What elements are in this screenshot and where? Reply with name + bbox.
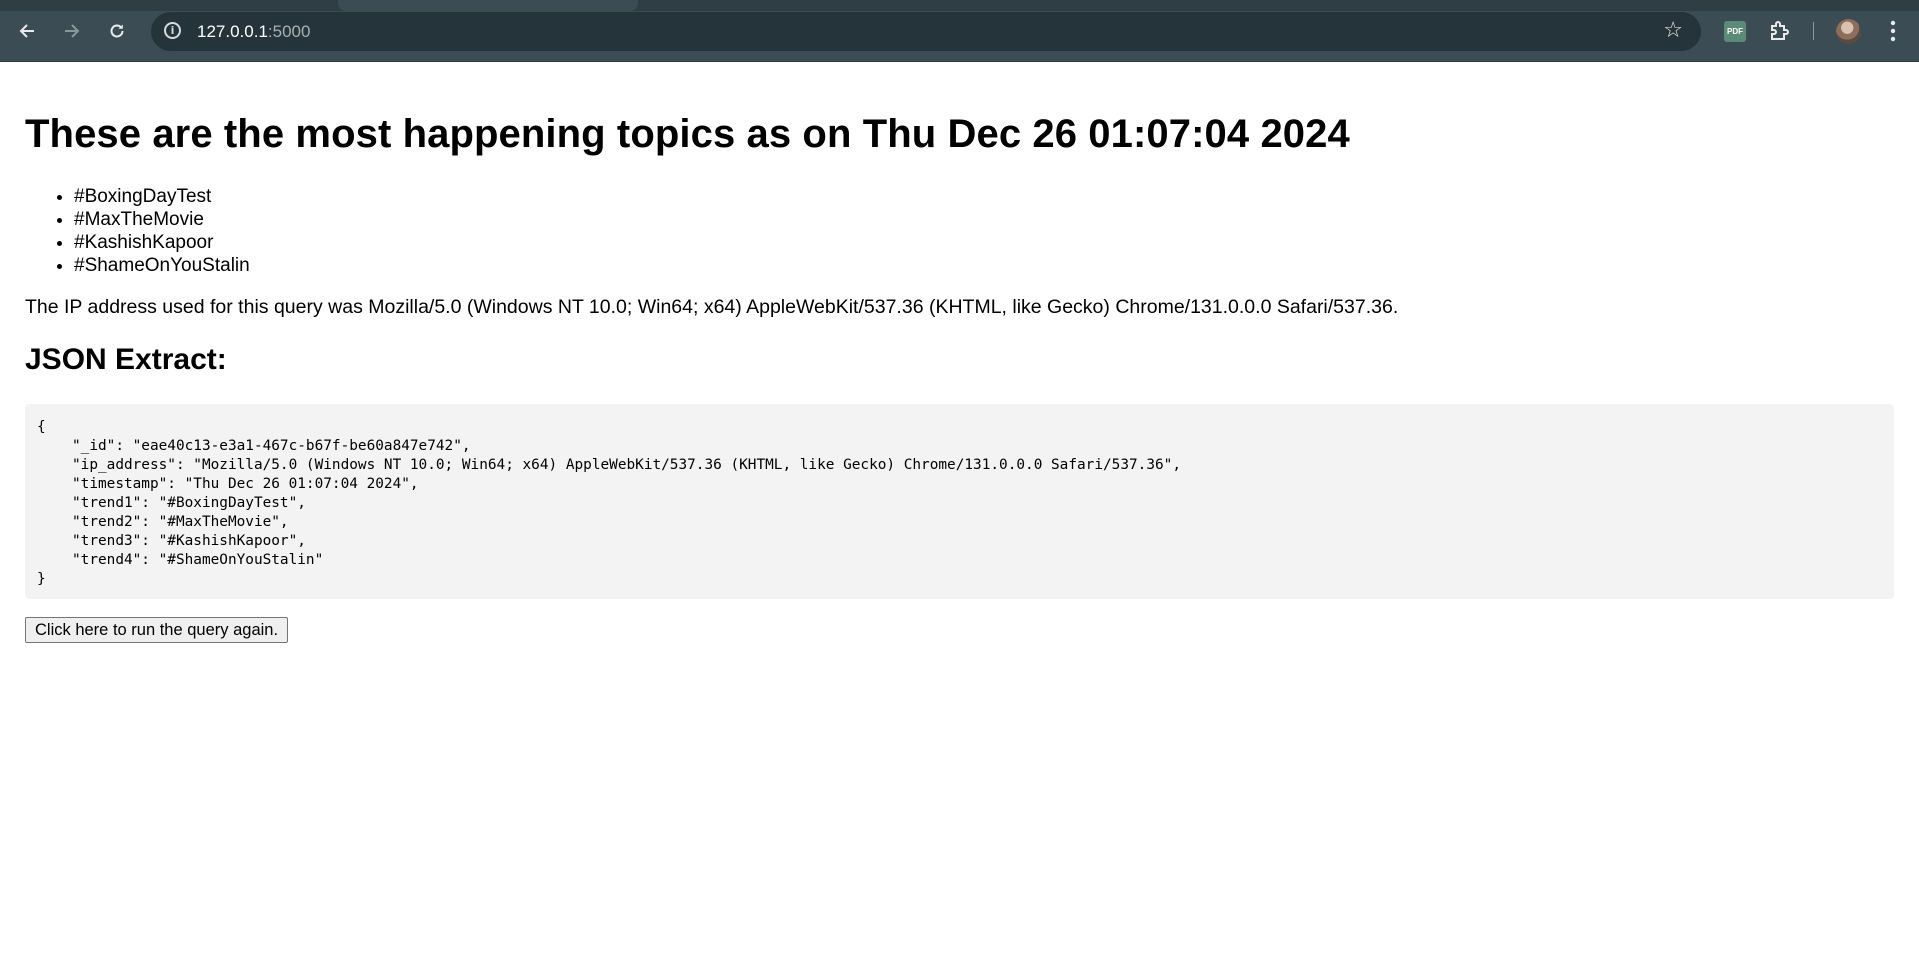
back-button[interactable]	[10, 14, 44, 48]
site-info-icon[interactable]: i	[164, 22, 181, 39]
extensions-puzzle-icon[interactable]	[1764, 17, 1796, 45]
json-extract-heading: JSON Extract:	[25, 343, 227, 376]
list-item: #ShameOnYouStalin	[74, 254, 250, 277]
toolbar-divider	[1813, 22, 1814, 40]
json-line-trend2: "trend2": "#MaxTheMovie",	[72, 514, 289, 530]
vertical-dots-icon	[1890, 20, 1896, 42]
json-open-brace: {	[37, 419, 46, 435]
puzzle-icon	[1771, 21, 1789, 40]
address-bar[interactable]: i 127.0.0.1:5000 ☆	[151, 12, 1701, 51]
json-line-timestamp: "timestamp": "Thu Dec 26 01:07:04 2024",	[72, 476, 419, 492]
browser-menu-icon[interactable]	[1883, 17, 1903, 45]
profile-avatar[interactable]	[1836, 19, 1861, 44]
trend-list: #BoxingDayTest #MaxTheMovie #KashishKapo…	[25, 185, 250, 277]
json-line-ip: "ip_address": "Mozilla/5.0 (Windows NT 1…	[72, 457, 1181, 473]
url-host: 127.0.0.1	[197, 22, 268, 41]
run-query-button[interactable]: Click here to run the query again.	[25, 617, 289, 643]
url-text[interactable]: 127.0.0.1:5000	[197, 22, 310, 42]
ip-address-text: The IP address used for this query was M…	[25, 296, 1399, 318]
forward-button[interactable]	[55, 14, 89, 48]
arrow-left-icon	[19, 24, 34, 38]
tab-strip	[0, 0, 1919, 11]
bookmark-star-icon[interactable]: ☆	[1663, 18, 1683, 43]
active-tab[interactable]	[338, 0, 638, 11]
list-item: #BoxingDayTest	[74, 185, 250, 208]
pdf-extension-icon[interactable]: PDF	[1724, 21, 1746, 42]
json-code-block: { "_id": "eae40c13-e3a1-467c-b67f-be60a8…	[25, 404, 1894, 599]
page-title: These are the most happening topics as o…	[25, 112, 1350, 156]
browser-toolbar: i 127.0.0.1:5000 ☆ PDF	[0, 0, 1919, 62]
url-port: :5000	[267, 22, 311, 41]
list-item: #KashishKapoor	[74, 231, 250, 254]
reload-button[interactable]	[100, 14, 134, 48]
json-line-trend3: "trend3": "#KashishKapoor",	[72, 533, 306, 549]
json-line-trend4: "trend4": "#ShameOnYouStalin"	[72, 552, 324, 568]
reload-icon	[110, 24, 124, 38]
json-line-id: "_id": "eae40c13-e3a1-467c-b67f-be60a847…	[72, 438, 471, 454]
arrow-right-icon	[65, 24, 80, 38]
json-close-brace: }	[37, 571, 46, 587]
json-line-trend1: "trend1": "#BoxingDayTest",	[72, 495, 306, 511]
list-item: #MaxTheMovie	[74, 208, 250, 231]
